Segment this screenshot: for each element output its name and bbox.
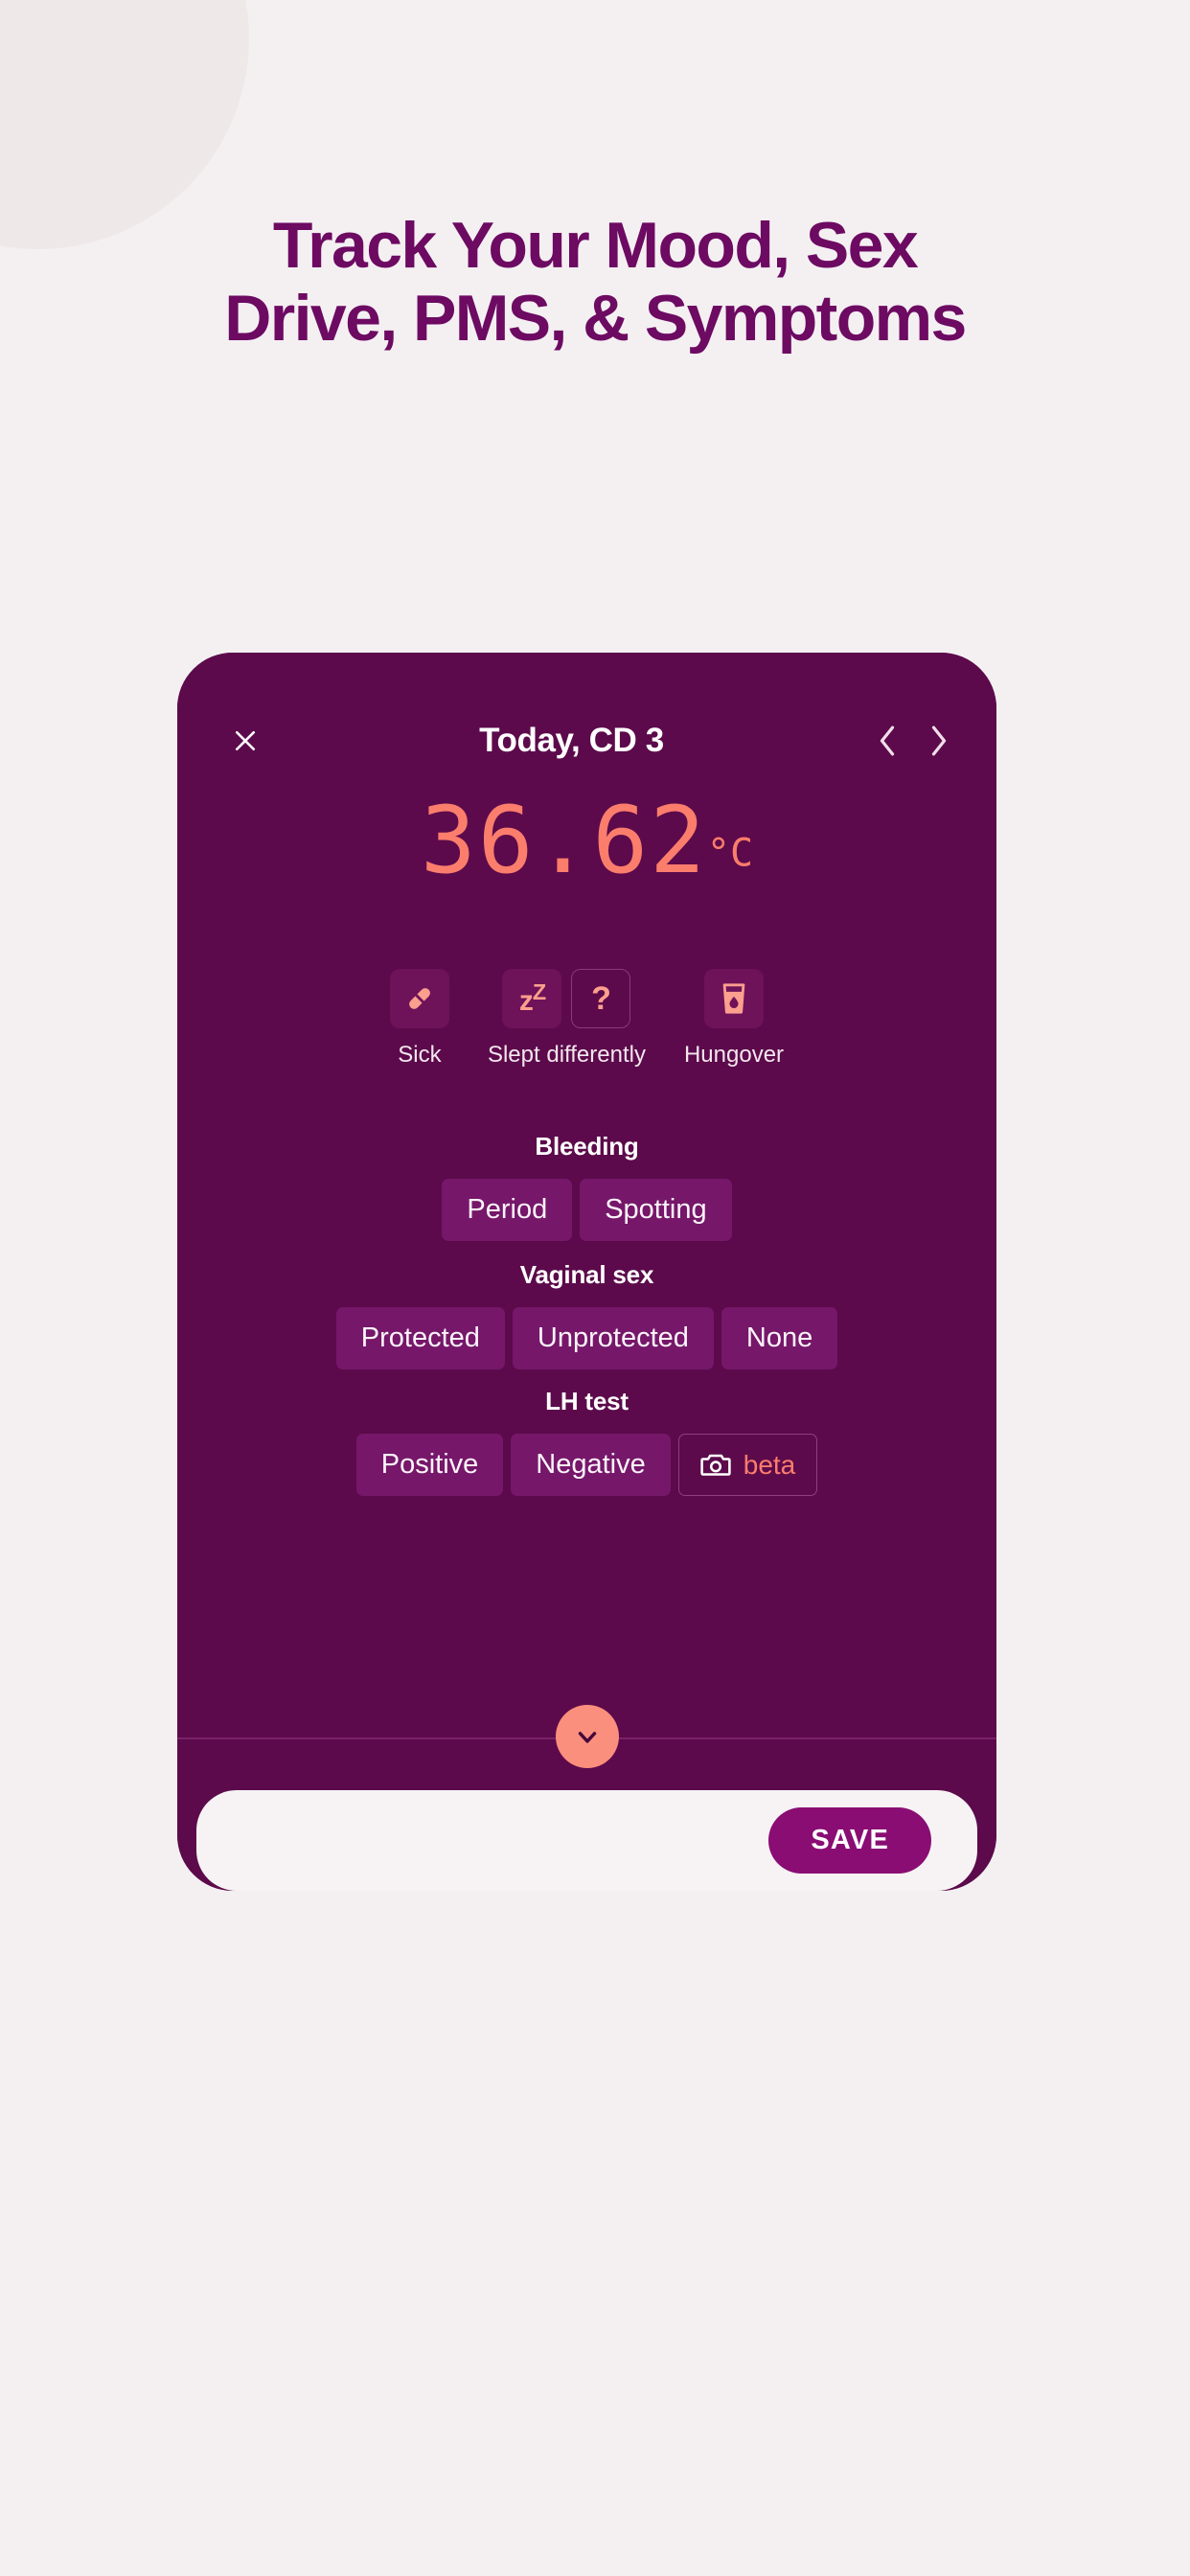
chip-negative[interactable]: Negative: [511, 1434, 671, 1497]
chip-list: Period Spotting: [177, 1179, 996, 1242]
symptom-label: Slept differently: [487, 1042, 646, 1068]
temperature-unit: °C: [706, 831, 754, 876]
symptom-row: Sick zZ ? Slept differently Hungover: [177, 969, 996, 1069]
chip-none[interactable]: None: [721, 1307, 838, 1370]
chip-camera-beta[interactable]: beta: [677, 1434, 818, 1497]
chip-spotting[interactable]: Spotting: [580, 1179, 732, 1242]
app-header: Today, CD 3: [177, 712, 996, 770]
date-navigation: [876, 724, 950, 758]
app-title: Today, CD 3: [479, 722, 664, 759]
group-vaginal-sex: Vaginal sex Protected Unprotected None: [177, 1260, 996, 1370]
symptom-tiles: zZ ?: [502, 969, 631, 1028]
symptom-sick[interactable]: Sick: [389, 969, 449, 1069]
group-title: Bleeding: [535, 1132, 639, 1161]
question-mark-icon[interactable]: ?: [571, 969, 631, 1028]
drink-glass-icon[interactable]: [704, 969, 764, 1028]
save-button[interactable]: SAVE: [768, 1807, 931, 1874]
beta-label: beta: [743, 1449, 796, 1480]
group-title: Vaginal sex: [519, 1260, 654, 1289]
chevron-right-icon[interactable]: [927, 724, 950, 758]
camera-icon: [700, 1452, 731, 1478]
symptom-tiles: [704, 969, 764, 1028]
chevron-left-icon[interactable]: [876, 724, 899, 758]
headline-line-2: Drive, PMS, & Symptoms: [224, 282, 967, 356]
group-title: LH test: [545, 1387, 629, 1415]
page-title: Track Your Mood, Sex Drive, PMS, & Sympt…: [0, 209, 1190, 355]
close-icon[interactable]: [223, 719, 267, 763]
symptom-hungover[interactable]: Hungover: [684, 969, 784, 1069]
expand-divider: [177, 1705, 996, 1772]
app-screen: Today, CD 3 36.62°C Sick zZ ? Slept diff…: [177, 653, 996, 1891]
phone-mockup: Today, CD 3 36.62°C Sick zZ ? Slept diff…: [177, 653, 996, 1891]
chip-protected[interactable]: Protected: [335, 1307, 505, 1370]
temperature-display[interactable]: 36.62°C: [177, 787, 996, 894]
symptom-label: Hungover: [683, 1042, 785, 1068]
bottom-action-bar: SAVE: [196, 1790, 977, 1891]
temperature-value: 36.62: [420, 787, 707, 894]
chevron-down-icon[interactable]: [555, 1705, 619, 1768]
symptom-slept-differently[interactable]: zZ ? Slept differently: [488, 969, 646, 1069]
group-bleeding: Bleeding Period Spotting: [177, 1132, 996, 1242]
chip-list: Protected Unprotected None: [177, 1307, 996, 1370]
chip-period[interactable]: Period: [442, 1179, 573, 1242]
group-lh-test: LH test Positive Negative beta: [177, 1387, 996, 1497]
headline-line-1: Track Your Mood, Sex: [272, 209, 919, 282]
pill-icon[interactable]: [389, 969, 449, 1028]
symptom-tiles: [389, 969, 449, 1028]
symptom-label: Sick: [398, 1042, 442, 1068]
sleep-zz-icon[interactable]: zZ: [502, 969, 562, 1028]
chip-list: Positive Negative beta: [177, 1434, 996, 1497]
chip-positive[interactable]: Positive: [355, 1434, 504, 1497]
chip-unprotected[interactable]: Unprotected: [512, 1307, 714, 1370]
